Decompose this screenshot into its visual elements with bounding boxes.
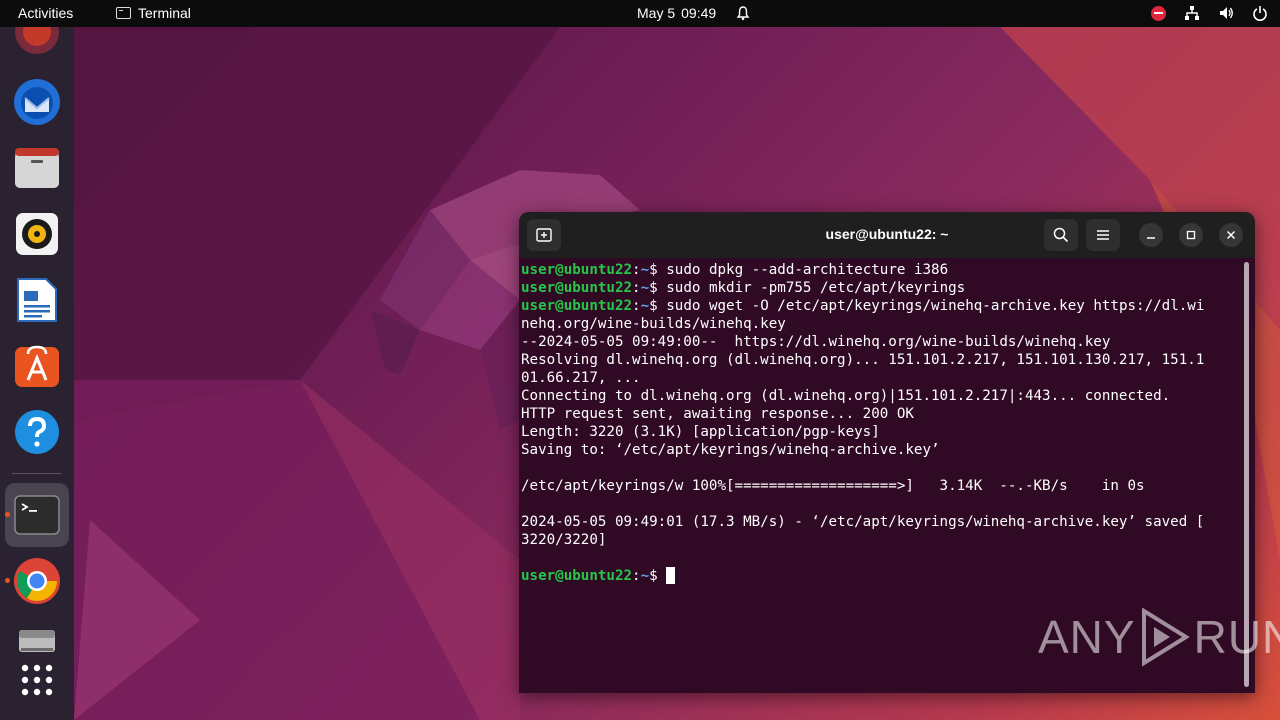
terminal-header-bar[interactable]: user@ubuntu22: ~ <box>519 212 1255 258</box>
thunderbird-icon[interactable] <box>12 77 62 127</box>
terminal-output-line: 2024-05-05 09:49:01 (17.3 MB/s) - ‘/etc/… <box>521 514 1205 530</box>
clock-time: 09:49 <box>681 5 717 21</box>
terminal-output-line: 3220/3220] <box>521 532 607 548</box>
search-icon <box>1053 227 1069 243</box>
terminal-output-line: 01.66.217, ... <box>521 370 641 386</box>
chrome-running-dot <box>5 578 10 583</box>
terminal-output-line: HTTP request sent, awaiting response... … <box>521 406 914 422</box>
terminal-icon[interactable] <box>5 483 69 547</box>
minimize-icon <box>1147 237 1155 239</box>
terminal-output-line: nehq.org/wine-builds/winehq.key <box>521 316 786 332</box>
volume-icon[interactable] <box>1218 5 1234 21</box>
prompt-user: user@ubuntu22 <box>521 298 633 314</box>
ubuntu-software-icon[interactable] <box>12 341 62 391</box>
prompt-separator: : <box>632 262 641 278</box>
prompt-user: user@ubuntu22 <box>521 280 633 296</box>
clock-date: May 5 <box>637 5 676 21</box>
terminal-output-line: Saving to: ‘/etc/apt/keyrings/winehq-arc… <box>521 442 940 458</box>
anyrun-watermark: ANY RUN <box>1038 608 1280 666</box>
terminal-output-line: Connecting to dl.winehq.org (dl.winehq.o… <box>521 388 1171 404</box>
prompt-path: ~ <box>640 262 650 278</box>
top-bar: Activities Terminal May 5 09:49 <box>0 0 1280 27</box>
watermark-text-left: ANY <box>1038 611 1136 663</box>
close-button[interactable] <box>1219 223 1243 247</box>
hamburger-menu-icon <box>1097 230 1109 240</box>
rhythmbox-icon[interactable] <box>12 209 62 259</box>
terminal-output-line: Resolving dl.winehq.org (dl.winehq.org).… <box>521 352 1205 368</box>
maximize-button[interactable] <box>1179 223 1203 247</box>
prompt-separator: : <box>632 568 641 584</box>
terminal-running-dot <box>5 512 10 517</box>
firefox-icon[interactable] <box>12 27 62 59</box>
terminal-command-line: user@ubuntu22:~$ sudo mkdir -pm755 /etc/… <box>521 279 1243 297</box>
prompt-path: ~ <box>640 568 650 584</box>
clock[interactable]: May 5 09:49 <box>637 5 716 21</box>
prompt-dollar: $ <box>649 298 667 314</box>
terminal-command-line: user@ubuntu22:~$ sudo dpkg --add-archite… <box>521 261 1243 279</box>
terminal-app-icon <box>116 7 131 19</box>
terminal-output-line: Length: 3220 (3.1K) [application/pgp-key… <box>521 424 880 440</box>
app-menu-label: Terminal <box>138 5 191 21</box>
prompt-user: user@ubuntu22 <box>521 262 633 278</box>
text-cursor <box>666 567 676 584</box>
prompt-path: ~ <box>640 298 650 314</box>
libreoffice-writer-icon[interactable] <box>12 275 62 325</box>
play-logo-icon <box>1141 608 1190 666</box>
close-icon <box>1226 230 1236 240</box>
power-icon[interactable] <box>1252 5 1268 21</box>
minimize-button[interactable] <box>1139 223 1163 247</box>
do-not-disturb-icon[interactable] <box>1151 5 1166 21</box>
prompt-user: user@ubuntu22 <box>521 568 633 584</box>
prompt-dollar: $ <box>649 280 667 296</box>
bell-icon <box>736 6 750 21</box>
help-icon[interactable] <box>12 407 62 457</box>
command-text: sudo dpkg --add-architecture i386 <box>666 262 949 278</box>
show-apps-icon[interactable] <box>12 655 62 705</box>
maximize-icon <box>1186 230 1196 240</box>
command-text: sudo wget -O /etc/apt/keyrings/winehq-ar… <box>666 298 1205 314</box>
terminal-output-line: /etc/apt/keyrings/w 100%[===============… <box>521 478 1145 494</box>
prompt-path: ~ <box>640 280 650 296</box>
app-menu[interactable]: Terminal <box>116 5 191 21</box>
activities-button[interactable]: Activities <box>18 5 73 21</box>
terminal-command-line: user@ubuntu22:~$ <box>521 567 1243 585</box>
prompt-dollar: $ <box>649 262 667 278</box>
system-tray[interactable] <box>1151 5 1268 21</box>
menu-button[interactable] <box>1086 219 1120 251</box>
terminal-command-line: user@ubuntu22:~$ sudo wget -O /etc/apt/k… <box>521 297 1243 315</box>
dock-separator <box>12 473 62 474</box>
search-button[interactable] <box>1044 219 1078 251</box>
chrome-icon[interactable] <box>12 556 62 606</box>
dock <box>0 27 74 720</box>
watermark-text-right: RUN <box>1193 611 1280 663</box>
command-text: sudo mkdir -pm755 /etc/apt/keyrings <box>666 280 966 296</box>
prompt-dollar: $ <box>649 568 667 584</box>
files-icon[interactable] <box>12 143 62 193</box>
prompt-separator: : <box>632 280 641 296</box>
terminal-output[interactable]: user@ubuntu22:~$ sudo dpkg --add-archite… <box>521 261 1243 585</box>
network-icon[interactable] <box>1184 5 1200 21</box>
terminal-output-line: --2024-05-05 09:49:00-- https://dl.wineh… <box>521 334 1111 350</box>
prompt-separator: : <box>632 298 641 314</box>
